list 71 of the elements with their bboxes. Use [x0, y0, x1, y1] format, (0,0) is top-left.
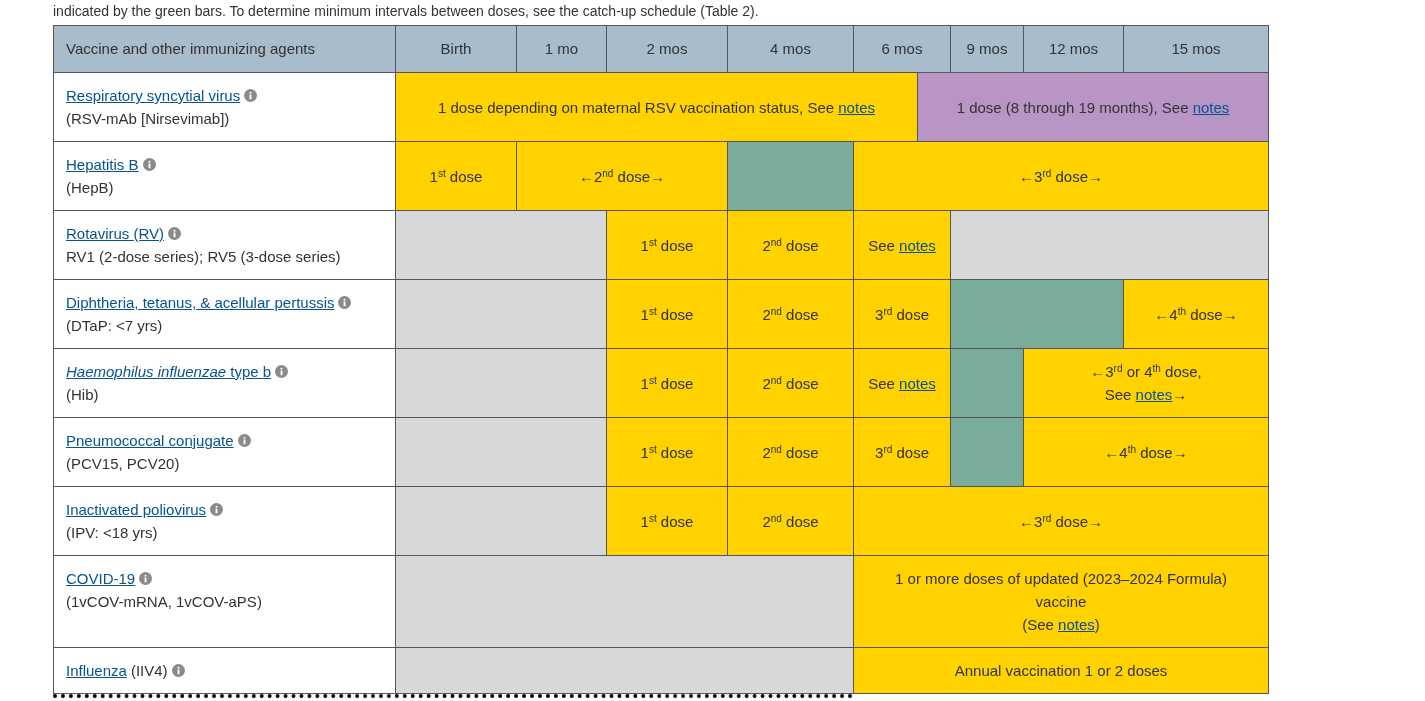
vaccine-abbreviation: (DTaP: <7 yrs): [66, 317, 163, 334]
dose-text: 1$^{st}$ dose: [640, 443, 694, 461]
dose-text: See: [868, 374, 895, 392]
dose-text: 3$^{rd}$ dose: [875, 443, 929, 461]
info-icon[interactable]: [275, 365, 289, 378]
dose-text: 2$^{nd}$ dose: [762, 305, 819, 323]
info-icon[interactable]: [139, 571, 153, 585]
dose-text: ←3$^{rd}$ or 4$^{th}$ dose,: [1090, 363, 1202, 380]
column-header: 1 mo: [516, 25, 607, 73]
dose-text: 2$^{nd}$ dose: [762, 443, 819, 461]
dose-text: 1 dose (8 through 19 months), See: [956, 98, 1189, 116]
dose-text: ←3$^{rd}$ dose→: [1019, 167, 1103, 185]
info-icon[interactable]: [168, 227, 182, 240]
info-icon[interactable]: [244, 89, 258, 102]
dose-text: →: [1172, 386, 1188, 403]
dose-text: See: [1104, 386, 1132, 403]
dose-text: 1$^{st}$ dose: [640, 305, 694, 323]
vaccine-link[interactable]: Influenza: [66, 662, 127, 679]
column-header: 9 mos: [950, 25, 1024, 73]
notes-link[interactable]: notes: [838, 98, 875, 116]
dose-text: Annual vaccination 1 or 2 doses: [954, 662, 1168, 679]
dose-text: 2$^{nd}$ dose: [762, 512, 819, 530]
dose-text: See: [868, 236, 895, 254]
column-header: Birth: [395, 25, 517, 73]
vaccine-link[interactable]: Haemophilus influenzae type b: [66, 363, 272, 380]
dose-text: 1$^{st}$ dose: [640, 374, 694, 392]
info-icon[interactable]: [338, 296, 352, 309]
dose-text: ←4$^{th}$ dose→: [1104, 443, 1188, 461]
dose-text: ): [1094, 616, 1100, 633]
vaccine-link[interactable]: Hepatitis B: [66, 156, 139, 173]
vaccine-link[interactable]: Inactivated poliovirus: [66, 501, 207, 518]
notes-link[interactable]: notes: [1135, 386, 1173, 403]
column-header: 6 mos: [853, 25, 951, 73]
vaccine-abbreviation: (Hib): [66, 386, 99, 403]
dose-text: 1 or more doses of updated (2023–2024 Formula) vaccine: [895, 570, 1227, 610]
dose-text: 3$^{rd}$ dose: [875, 305, 929, 323]
info-icon[interactable]: [210, 503, 224, 516]
vaccine-link[interactable]: COVID-19: [66, 569, 136, 587]
dose-text: 2$^{nd}$ dose: [762, 374, 819, 392]
dose-text: 1$^{st}$ dose: [640, 236, 694, 254]
vaccine-link[interactable]: Respiratory syncytial virus: [66, 87, 241, 104]
column-header: Vaccine and other immunizing agents: [53, 25, 396, 73]
column-header: 12 mos: [1023, 25, 1124, 73]
info-icon[interactable]: [171, 664, 185, 677]
vaccine-abbreviation: (RSV-mAb [Nirsevimab]): [66, 110, 230, 127]
column-header: 15 mos: [1123, 25, 1269, 73]
vaccine-abbreviation: (IPV: <18 yrs): [66, 524, 158, 541]
notes-link[interactable]: notes: [899, 374, 936, 392]
vaccine-link[interactable]: Pneumococcal conjugate: [66, 432, 234, 449]
vaccine-abbreviation: (PCV15, PCV20): [66, 455, 180, 472]
vaccine-link[interactable]: Rotavirus (RV): [66, 225, 165, 242]
notes-link[interactable]: notes: [1058, 616, 1095, 633]
dose-text: (See: [1022, 616, 1054, 633]
vaccine-abbreviation: RV1 (2-dose series); RV5 (3-dose series): [66, 248, 341, 265]
column-header: 2 mos: [606, 25, 728, 73]
dose-text: 1$^{st}$ dose: [640, 512, 694, 530]
dose-text: 1 dose depending on maternal RSV vaccination status, See: [438, 98, 835, 116]
notes-link[interactable]: notes: [899, 236, 936, 254]
dose-text: ←2$^{nd}$ dose→: [578, 167, 666, 185]
intro-text: indicated by the green bars. To determine minimum intervals between doses, see the catch-up schedule (Table 2).: [53, 2, 760, 21]
info-icon[interactable]: [142, 158, 156, 171]
vaccine-abbreviation: (1vCOV-mRNA, 1vCOV-aPS): [66, 592, 262, 610]
vaccine-abbreviation: (HepB): [66, 179, 114, 196]
vaccine-link[interactable]: Diphtheria, tetanus, & acellular pertussis: [66, 294, 335, 311]
info-icon[interactable]: [237, 434, 251, 447]
dose-text: 1$^{st}$ dose: [429, 167, 483, 185]
vaccine-abbreviation: (IIV4): [130, 662, 168, 679]
dose-text: ←3$^{rd}$ dose→: [1019, 512, 1103, 530]
dose-text: ←4$^{th}$ dose→: [1154, 305, 1238, 323]
column-header: 4 mos: [727, 25, 854, 73]
dose-text: 2$^{nd}$ dose: [762, 236, 819, 254]
